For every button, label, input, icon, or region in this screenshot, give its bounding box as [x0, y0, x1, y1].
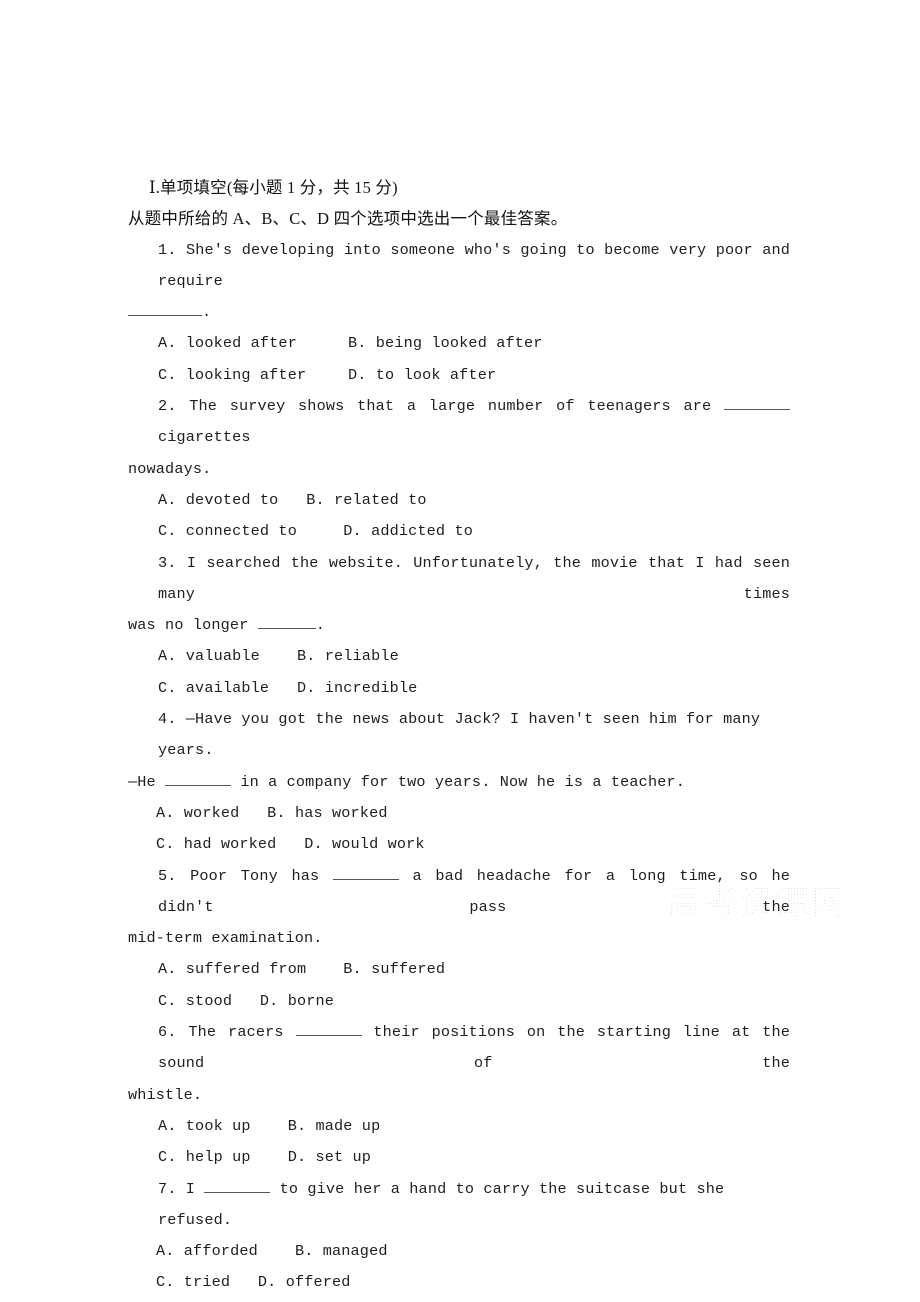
question-4-stem: 4. —Have you got the news about Jack? I …	[158, 710, 761, 760]
question-3-options-row-2[interactable]: C. available D. incredible	[128, 673, 790, 704]
answer-blank	[332, 865, 399, 880]
question-2-stem-cont: nowadays.	[128, 459, 212, 478]
question-5-stem: 5. Poor Tony has a bad headache for a lo…	[128, 861, 790, 924]
question-2-stem-tail: cigarettes	[158, 428, 251, 447]
question-2-options-row-1[interactable]: A. devoted to B. related to	[128, 485, 790, 516]
answer-blank	[128, 301, 202, 317]
page-content: Ⅰ.单项填空(每小题 1 分，共 15 分) 从题中所给的 A、B、C、D 四个…	[128, 172, 790, 1302]
answer-blank	[724, 395, 790, 411]
option-b[interactable]: B. being looked after	[348, 328, 543, 359]
question-1-stem-tail: .	[202, 303, 212, 322]
question-6-options-row-1[interactable]: A. took up B. made up	[128, 1111, 790, 1142]
option-d[interactable]: D. to look after	[348, 360, 496, 391]
question-5-stem-cont: mid-term examination.	[128, 929, 323, 948]
question-2: 2. The survey shows that a large number …	[128, 391, 790, 547]
answer-blank	[204, 1178, 271, 1193]
question-7-options-row-1[interactable]: A. afforded B. managed	[128, 1236, 790, 1267]
question-3-stem-cont: was no longer .	[128, 610, 790, 641]
question-5-stem-head: 5. Poor Tony has	[158, 866, 320, 885]
question-1-options-row-1: A. looked after B. being looked after	[128, 328, 790, 359]
question-4-cont-head: —He	[128, 772, 156, 791]
question-1-stem: 1. She's developing into someone who's g…	[158, 240, 790, 290]
question-4-cont-tail: in a company for two years. Now he is a …	[240, 772, 685, 791]
answer-blank	[165, 771, 232, 786]
section-instruction: 从题中所给的 A、B、C、D 四个选项中选出一个最佳答案。	[128, 209, 568, 229]
question-1: 1. She's developing into someone who's g…	[128, 235, 790, 391]
question-6-stem-head: 6. The racers	[158, 1023, 284, 1042]
question-6-stem: 6. The racers their positions on the sta…	[128, 1017, 790, 1080]
question-3-options-row-1[interactable]: A. valuable B. reliable	[128, 641, 790, 672]
question-4-options-row-1[interactable]: A. worked B. has worked	[128, 798, 790, 829]
question-5-options-row-1[interactable]: A. suffered from B. suffered	[128, 954, 790, 985]
question-7-options-row-2[interactable]: C. tried D. offered	[128, 1267, 790, 1298]
question-7-stem-head: 7. I	[158, 1179, 196, 1198]
question-4: 4. —Have you got the news about Jack? I …	[128, 704, 790, 860]
answer-blank	[295, 1021, 362, 1037]
question-6: 6. The racers their positions on the sta…	[128, 1017, 790, 1173]
option-a[interactable]: A. looked after	[158, 328, 348, 359]
question-2-options-row-2[interactable]: C. connected to D. addicted to	[128, 516, 790, 547]
exam-page: Ⅰ.单项填空(每小题 1 分，共 15 分) 从题中所给的 A、B、C、D 四个…	[0, 0, 920, 1302]
answer-blank	[257, 614, 316, 630]
question-3-stem: 3. I searched the website. Unfortunately…	[158, 553, 790, 603]
question-1-options-row-2: C. looking after D. to look after	[128, 360, 790, 391]
question-7-stem: 7. I to give her a hand to carry the sui…	[128, 1174, 790, 1237]
option-c[interactable]: C. looking after	[158, 360, 348, 391]
question-7: 7. I to give her a hand to carry the sui…	[128, 1174, 790, 1299]
question-3: 3. I searched the website. Unfortunately…	[128, 548, 790, 704]
question-6-stem-cont: whistle.	[128, 1085, 203, 1104]
question-4-stem-cont: —He in a company for two years. Now he i…	[128, 767, 790, 798]
question-5: 5. Poor Tony has a bad headache for a lo…	[128, 861, 790, 1017]
question-1-blank-line: .	[128, 297, 790, 328]
question-4-options-row-2[interactable]: C. had worked D. would work	[128, 829, 790, 860]
question-3-cont-tail: .	[315, 616, 325, 635]
question-2-stem-head: 2. The survey shows that a large number …	[158, 397, 712, 416]
question-6-options-row-2[interactable]: C. help up D. set up	[128, 1142, 790, 1173]
section-heading: Ⅰ.单项填空(每小题 1 分，共 15 分)	[149, 178, 398, 197]
question-5-options-row-2[interactable]: C. stood D. borne	[128, 986, 790, 1017]
question-2-stem: 2. The survey shows that a large number …	[128, 391, 790, 454]
question-3-cont-head: was no longer	[128, 616, 249, 635]
